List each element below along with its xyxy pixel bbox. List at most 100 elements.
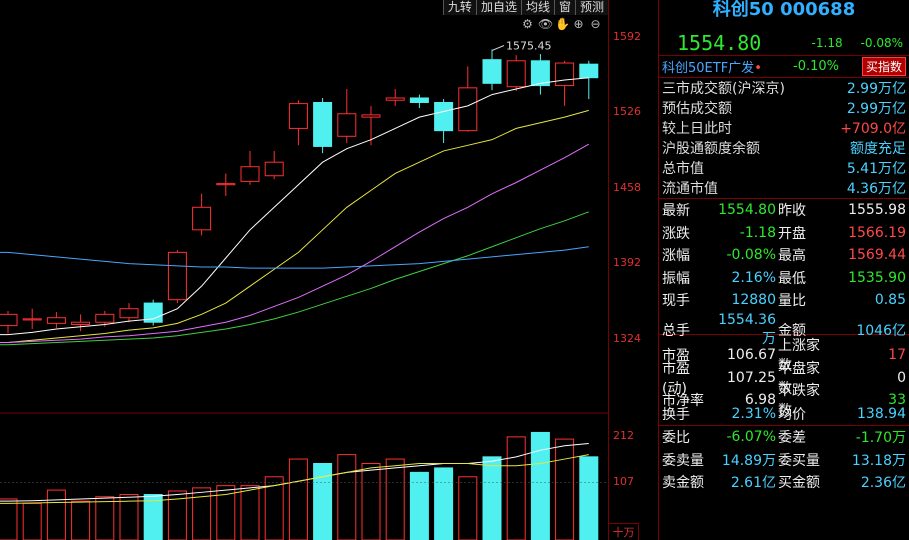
quote-value: -0.08% (726, 247, 776, 264)
summary-row: 预估成交额 2.99万亿 (659, 98, 909, 118)
quote-value: 2.31% (731, 405, 776, 422)
summary-row: 流通市值 4.36万亿 (659, 178, 909, 198)
quote-key: 量比 (778, 293, 806, 310)
quote-value: 1535.90 (848, 269, 906, 286)
volume-bar (434, 467, 454, 540)
quote-value: 138.94 (857, 405, 906, 422)
buy-index-button[interactable]: 买指数 (861, 57, 906, 76)
price-axis: 1592 1526 1458 1392 1324 212 107 十万 (608, 0, 658, 540)
toolbar-add-watchlist[interactable]: 加自选 (475, 0, 521, 15)
quote-key: 均价 (778, 406, 806, 423)
moving-average-line (0, 246, 589, 269)
quote-value: 106.67 (727, 347, 776, 363)
etf-row[interactable]: 科创50ETF广发• -0.10% 买指数 (659, 56, 909, 78)
quote-row: 总手 1554.36万 金额 1046亿 (659, 312, 909, 347)
candle-body (337, 113, 357, 137)
quote-value: 2.61亿 (730, 475, 776, 492)
hand-icon[interactable]: ✋ (555, 18, 570, 31)
volume-bar (313, 462, 333, 540)
candle-body (313, 101, 333, 147)
quote-block-1: 最新 1554.80 昨收 1555.98 涨跌 -1.18 开盘 1566.19 涨幅 -0.0… (659, 198, 909, 347)
price-tick: 1324 (613, 332, 641, 345)
quote-row: 涨幅 -0.08% 最高 1569.44 (659, 244, 909, 267)
quote-key: 换手 (662, 406, 690, 423)
eye-icon[interactable]: 👁 (538, 18, 553, 31)
max-price-label: 1575.45 (506, 40, 552, 53)
quote-row: 现手 12880 量比 0.85 (659, 289, 909, 312)
summary-value: +709.0亿 (840, 121, 906, 137)
quote-row: 委比 -6.07% 委差 -1.70万 (659, 426, 909, 449)
chart-toolbar: 九转 加自选 均线 窗 预测 (442, 0, 608, 15)
quote-key: 总手 (662, 322, 690, 339)
candle-body (192, 206, 212, 231)
candle-body (216, 183, 236, 186)
quote-key: 涨幅 (662, 248, 690, 265)
quote-row: 振幅 2.16% 最低 1535.90 (659, 267, 909, 290)
quote-value: 1554.36万 (718, 311, 776, 347)
volume-bar (288, 458, 308, 540)
summary-key: 三市成交额(沪深京) (662, 81, 785, 97)
summary-key: 预估成交额 (662, 101, 732, 117)
etf-name[interactable]: 科创50ETF广发• (662, 57, 780, 76)
quote-value: 13.18万 (851, 452, 906, 469)
toolbar-jiuzhuan[interactable]: 九转 (442, 0, 476, 15)
candle-body (288, 103, 308, 129)
candle-body (46, 317, 66, 324)
candlestick-chart[interactable]: 九转 加自选 均线 窗 预测 ⚙ 👁 ✋ ⊕ ⊖ 1575.45 (0, 0, 608, 540)
toolbar-window[interactable]: 窗 (553, 0, 575, 15)
chart-svg: 1575.45 (0, 40, 608, 540)
quote-row: 最新 1554.80 昨收 1555.98 (659, 199, 909, 222)
quote-value: 107.25 (727, 369, 776, 386)
quote-value: -6.07% (726, 429, 776, 446)
candle-body (458, 87, 478, 132)
market-summary: 三市成交额(沪深京) 2.99万亿 预估成交额 2.99万亿 较上日此时 +709.0亿沪… (659, 78, 909, 198)
volume-bar (95, 496, 115, 540)
price-tick: 1526 (613, 105, 641, 118)
quote-value: 17 (888, 347, 906, 363)
quote-key: 委差 (778, 430, 806, 447)
candle-body (240, 166, 260, 182)
quote-key: 委买量 (778, 452, 820, 469)
toolbar-moving-average[interactable]: 均线 (520, 0, 554, 15)
volume-bar (46, 489, 66, 540)
quote-key: 振幅 (662, 270, 690, 287)
volume-bar (385, 458, 405, 540)
candle-body (22, 318, 42, 321)
candle-body (409, 97, 429, 103)
candle-body (385, 97, 405, 101)
summary-key: 流通市值 (662, 181, 718, 197)
summary-row: 沪股通额度余额 额度充足 (659, 138, 909, 158)
price-tick: 1392 (613, 256, 641, 269)
quote-value: 1555.98 (848, 202, 906, 219)
quote-value: 2.16% (731, 269, 776, 286)
candle-body (95, 313, 115, 323)
quote-value: 12880 (731, 292, 776, 309)
summary-value: 2.99万亿 (846, 101, 906, 117)
summary-key: 沪股通额度余额 (662, 141, 760, 157)
settings-icon[interactable]: ⚙ (521, 18, 534, 31)
zoom-in-icon[interactable]: ⊕ (572, 18, 585, 31)
price-tick: 1458 (613, 181, 641, 194)
quote-row: 委卖量 14.89万 委买量 13.18万 (659, 449, 909, 472)
volume-bar (337, 454, 357, 540)
toolbar-forecast[interactable]: 预测 (574, 0, 608, 15)
volume-tick: 212 (613, 429, 634, 442)
moving-average-line (0, 109, 589, 344)
volume-tick: 107 (613, 475, 634, 488)
quote-value: 1046亿 (856, 322, 906, 339)
price-change: -1.18 (811, 35, 843, 50)
summary-value: 额度充足 (850, 141, 906, 157)
volume-bar (579, 456, 599, 540)
summary-key: 较上日此时 (662, 121, 732, 137)
quote-row: 换手 2.31% 均价 138.94 (659, 403, 909, 426)
candle-body (119, 308, 139, 319)
quote-row: 卖金额 2.61亿 买金额 2.36亿 (659, 471, 909, 494)
volume-bar (555, 438, 575, 540)
quote-block-3: 委比 -6.07% 委差 -1.70万 委卖量 14.89万 委买量 13.18万 卖金额 2.6… (659, 425, 909, 494)
candle-body (361, 114, 381, 118)
zoom-out-icon[interactable]: ⊖ (589, 18, 602, 31)
volume-bar (482, 456, 502, 540)
quote-row: 涨跌 -1.18 开盘 1566.19 (659, 222, 909, 245)
price-change-pct: -0.08% (860, 35, 903, 50)
summary-row: 较上日此时 +709.0亿 (659, 118, 909, 138)
